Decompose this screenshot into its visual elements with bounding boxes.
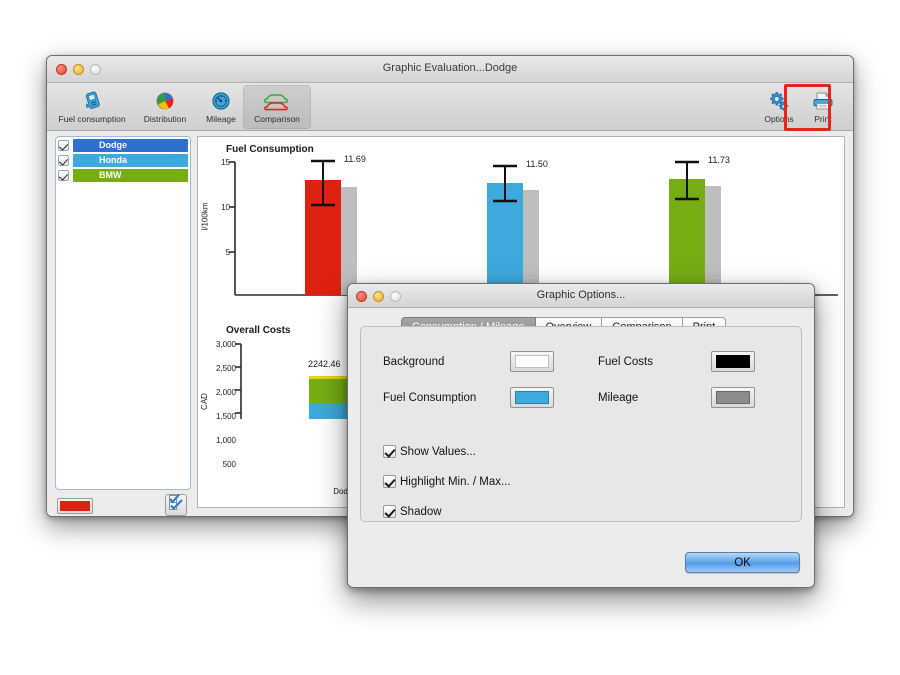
sidebar-footer bbox=[55, 496, 191, 517]
y-tick-label: 1,000 bbox=[202, 436, 236, 445]
bar-value-label: 11.73 bbox=[708, 155, 730, 165]
mileage-color-swatch[interactable] bbox=[711, 387, 755, 408]
vehicle-checkbox[interactable] bbox=[58, 170, 69, 181]
checkbox-shadow[interactable]: Shadow bbox=[383, 505, 442, 518]
fuel-consumption-color-swatch[interactable] bbox=[510, 387, 554, 408]
toolbar-item-fuel-consumption[interactable]: Fuel consumption bbox=[53, 85, 131, 129]
fuel-costs-label: Fuel Costs bbox=[598, 356, 653, 368]
toolbar-item-label: Distribution bbox=[144, 114, 187, 124]
checklist-icon bbox=[168, 494, 185, 516]
toolbar: Fuel consumption Distribution bbox=[47, 83, 853, 131]
toolbar-item-label: Print bbox=[814, 114, 831, 124]
mileage-label: Mileage bbox=[598, 392, 638, 404]
vehicle-checkbox[interactable] bbox=[58, 140, 69, 151]
bar-value-label: 2242.46 bbox=[308, 359, 341, 369]
y-tick-label: 500 bbox=[202, 460, 236, 469]
gears-icon bbox=[767, 88, 791, 113]
toolbar-item-options[interactable]: Options bbox=[757, 85, 801, 129]
list-item[interactable]: Dodge bbox=[58, 139, 188, 152]
background-label: Background bbox=[383, 356, 444, 368]
window-title: Graphic Evaluation...Dodge bbox=[47, 62, 853, 74]
graphic-options-dialog: Graphic Options... Consumption / Mileage… bbox=[347, 283, 815, 588]
toolbar-right-group: Options Print bbox=[757, 85, 845, 129]
select-all-button[interactable] bbox=[165, 494, 187, 516]
checkbox-label: Show Values... bbox=[400, 446, 476, 458]
two-cars-icon bbox=[264, 88, 290, 113]
toolbar-item-label: Comparison bbox=[254, 114, 300, 124]
checkbox-label: Highlight Min. / Max... bbox=[400, 476, 511, 488]
printer-icon bbox=[811, 88, 835, 113]
ok-button[interactable]: OK bbox=[685, 552, 800, 573]
list-item[interactable]: BMW bbox=[58, 169, 188, 182]
main-titlebar: Graphic Evaluation...Dodge bbox=[47, 56, 853, 83]
checkbox-label: Shadow bbox=[400, 506, 442, 518]
checkbox-icon[interactable] bbox=[383, 505, 396, 518]
checkbox-show-values[interactable]: Show Values... bbox=[383, 445, 476, 458]
checkbox-icon[interactable] bbox=[383, 445, 396, 458]
vehicle-list[interactable]: Dodge Honda BMW bbox=[55, 136, 191, 490]
ok-button-label: OK bbox=[734, 557, 751, 569]
list-item-label: Dodge bbox=[73, 139, 188, 152]
color-picker-button[interactable] bbox=[57, 498, 93, 514]
background-color-swatch[interactable] bbox=[510, 351, 554, 372]
toolbar-item-label: Fuel consumption bbox=[58, 114, 125, 124]
pie-chart-icon bbox=[154, 88, 176, 113]
dialog-tab-panel: Background Fuel Costs Fuel Consumption M… bbox=[360, 326, 802, 522]
sidebar: Dodge Honda BMW bbox=[55, 136, 191, 508]
toolbar-item-distribution[interactable]: Distribution bbox=[131, 85, 199, 129]
list-item-label: BMW bbox=[73, 169, 188, 182]
checkbox-highlight-min-max[interactable]: Highlight Min. / Max... bbox=[383, 475, 511, 488]
toolbar-item-label: Mileage bbox=[206, 114, 236, 124]
screen: Graphic Evaluation...Dodge bbox=[0, 0, 900, 675]
bar-value-label: 11.50 bbox=[526, 159, 548, 169]
toolbar-left-group: Fuel consumption Distribution bbox=[53, 85, 311, 129]
toolbar-item-mileage[interactable]: Mileage bbox=[199, 85, 243, 129]
bar-value-label: 11.69 bbox=[344, 154, 366, 164]
vehicle-checkbox[interactable] bbox=[58, 155, 69, 166]
list-item-label: Honda bbox=[73, 154, 188, 167]
toolbar-item-comparison[interactable]: Comparison bbox=[243, 85, 311, 129]
toolbar-item-label: Options bbox=[764, 114, 793, 124]
dialog-titlebar: Graphic Options... bbox=[348, 284, 814, 308]
fuel-pump-icon bbox=[81, 88, 103, 113]
fuel-consumption-label: Fuel Consumption bbox=[383, 392, 476, 404]
dialog-title: Graphic Options... bbox=[348, 289, 814, 301]
fuel-costs-color-swatch[interactable] bbox=[711, 351, 755, 372]
gauge-icon bbox=[210, 88, 232, 113]
checkbox-icon[interactable] bbox=[383, 475, 396, 488]
toolbar-item-print[interactable]: Print bbox=[801, 85, 845, 129]
list-item[interactable]: Honda bbox=[58, 154, 188, 167]
